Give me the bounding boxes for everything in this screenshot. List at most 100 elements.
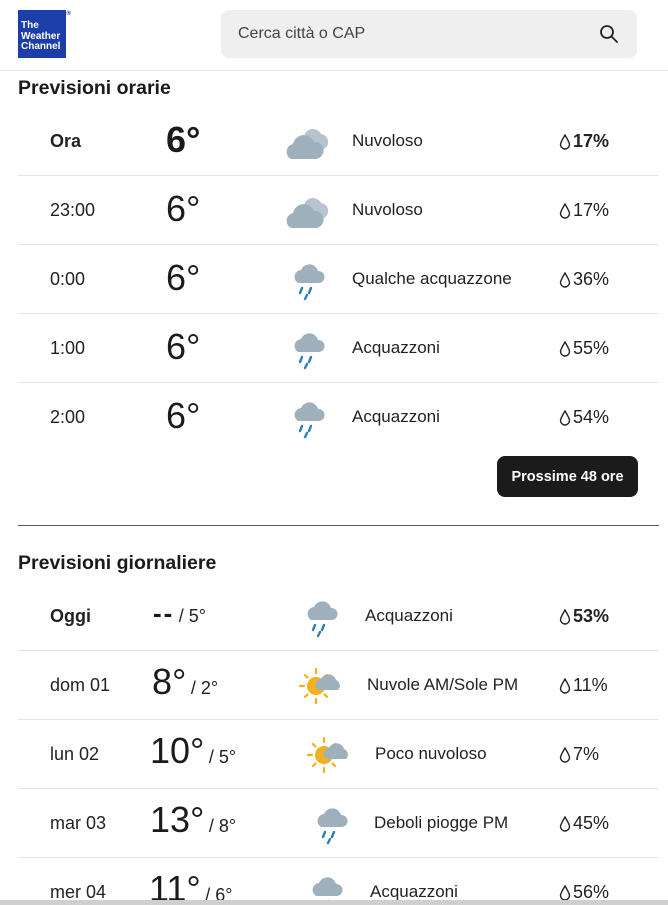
rain-showers-icon — [294, 264, 325, 301]
daily-row[interactable]: lun 02 10° / 5° Poco nuvoloso 7% — [18, 720, 659, 789]
hour-condition: Nuvoloso — [352, 200, 423, 219]
viewport-bottom-edge — [0, 900, 668, 905]
raindrop-icon — [559, 409, 571, 426]
raindrop-icon — [559, 608, 571, 625]
precip-value: 55% — [573, 338, 610, 358]
raindrop-icon — [559, 815, 571, 832]
precip-chance: 55% — [559, 338, 609, 359]
weather-channel-logo[interactable]: The Weather Channel ® — [18, 10, 71, 58]
day-label: dom 01 — [50, 675, 111, 695]
day-high: 13° — [150, 799, 205, 840]
precip-chance: 53% — [559, 606, 609, 627]
precip-chance: 36% — [559, 269, 609, 290]
day-high: 10° — [150, 730, 205, 771]
precip-value: 7% — [573, 744, 600, 764]
raindrop-icon — [559, 202, 571, 219]
hourly-row[interactable]: 1:00 6° Acquazzoni 55% — [18, 314, 659, 383]
next-48-hours-button[interactable]: Prossime 48 ore — [497, 456, 638, 497]
hour-temp: 6° — [166, 119, 201, 160]
day-label: lun 02 — [50, 744, 100, 764]
precip-chance: 54% — [559, 407, 609, 428]
hour-temp: 6° — [166, 395, 201, 436]
day-label: Oggi — [50, 606, 91, 626]
daily-row[interactable]: mar 03 13° / 8° Deboli piogge PM 45% — [18, 789, 659, 858]
day-condition: Nuvole AM/Sole PM — [367, 675, 519, 694]
daily-row[interactable]: mer 04 11° / 6° Acquazzoni 56% — [18, 858, 659, 905]
day-low: 2° — [200, 678, 219, 698]
hourly-row[interactable]: 23:00 6° Nuvoloso 17% — [18, 176, 659, 245]
day-low-sep: / — [208, 816, 219, 836]
hour-label: 2:00 — [50, 407, 86, 427]
precip-value: 54% — [573, 407, 610, 427]
precip-value: 17% — [573, 200, 610, 220]
hour-label: 0:00 — [50, 269, 86, 289]
raindrop-icon — [559, 133, 571, 150]
daily-forecast-title: Previsioni giornaliere — [18, 552, 217, 574]
day-condition: Acquazzoni — [370, 882, 458, 901]
search-icon[interactable] — [599, 24, 619, 44]
hour-label: 1:00 — [50, 338, 86, 358]
raindrop-icon — [559, 884, 571, 901]
rain-showers-icon — [307, 601, 338, 638]
day-low: 8° — [218, 816, 237, 836]
hour-temp: 6° — [166, 188, 201, 229]
day-low-sep: / — [190, 678, 201, 698]
precip-chance: 17% — [559, 200, 609, 221]
day-condition: Poco nuvoloso — [375, 744, 487, 763]
search-placeholder: Cerca città o CAP — [238, 25, 366, 42]
hour-temp: 6° — [166, 257, 201, 298]
day-temps: 8° / 2° — [152, 660, 218, 712]
registered-mark: ® — [66, 11, 71, 17]
precip-value: 36% — [573, 269, 610, 289]
hourly-forecast-title: Previsioni orarie — [18, 77, 171, 99]
hour-label: 23:00 — [50, 200, 96, 220]
hourly-row[interactable]: 0:00 6° Qualche acquazzone 36% — [18, 245, 659, 314]
day-low: 5° — [188, 606, 207, 626]
hour-condition: Qualche acquazzone — [352, 269, 512, 288]
daily-row[interactable]: Oggi -- / 5° Acquazzoni 53% — [18, 582, 659, 651]
hour-label: Ora — [50, 131, 82, 151]
precip-chance: 11% — [559, 675, 608, 696]
hour-condition: Nuvoloso — [352, 131, 423, 150]
search-input[interactable]: Cerca città o CAP — [221, 10, 637, 58]
day-condition: Acquazzoni — [365, 606, 453, 625]
day-high: 8° — [152, 661, 187, 702]
hourly-row[interactable]: Ora 6° Nuvoloso 17% — [18, 107, 659, 176]
rain-showers-icon — [294, 333, 325, 370]
raindrop-icon — [559, 271, 571, 288]
logo-line-1: The — [21, 20, 39, 31]
hour-condition: Acquazzoni — [352, 407, 440, 426]
precip-value: 53% — [573, 606, 610, 626]
hour-condition: Acquazzoni — [352, 338, 440, 357]
cloudy-icon — [286, 129, 329, 159]
day-label: mar 03 — [50, 813, 107, 833]
precip-chance: 45% — [559, 813, 609, 834]
day-temps: -- / 5° — [153, 591, 206, 640]
precip-chance: 17% — [559, 131, 609, 152]
day-high: -- — [153, 598, 175, 628]
precip-value: 45% — [573, 813, 610, 833]
section-divider — [18, 525, 659, 526]
raindrop-icon — [559, 677, 571, 694]
partly-sunny-icon — [298, 667, 340, 705]
precip-chance: 7% — [559, 744, 599, 765]
raindrop-icon — [559, 340, 571, 357]
raindrop-icon — [559, 746, 571, 763]
logo-line-3: Channel — [21, 41, 61, 52]
rain-showers-icon — [294, 402, 325, 439]
partly-sunny-icon — [306, 736, 348, 774]
hour-temp: 6° — [166, 326, 201, 367]
rain-showers-icon — [317, 808, 348, 845]
precip-value: 11% — [573, 675, 608, 695]
day-temps: 13° / 8° — [150, 798, 236, 850]
precip-value: 17% — [573, 131, 610, 151]
day-low-sep: / — [178, 606, 189, 626]
day-low: 5° — [218, 747, 237, 767]
daily-row[interactable]: dom 01 8° / 2° Nuvole AM/Sole PM 11% — [18, 651, 659, 720]
header: The Weather Channel ® Cerca città o CAP — [0, 0, 668, 71]
day-low-sep: / — [208, 747, 219, 767]
hourly-row[interactable]: 2:00 6° Acquazzoni 54% — [18, 383, 659, 452]
day-condition: Deboli piogge PM — [374, 813, 509, 832]
cloudy-icon — [286, 198, 329, 228]
day-temps: 10° / 5° — [150, 729, 236, 781]
